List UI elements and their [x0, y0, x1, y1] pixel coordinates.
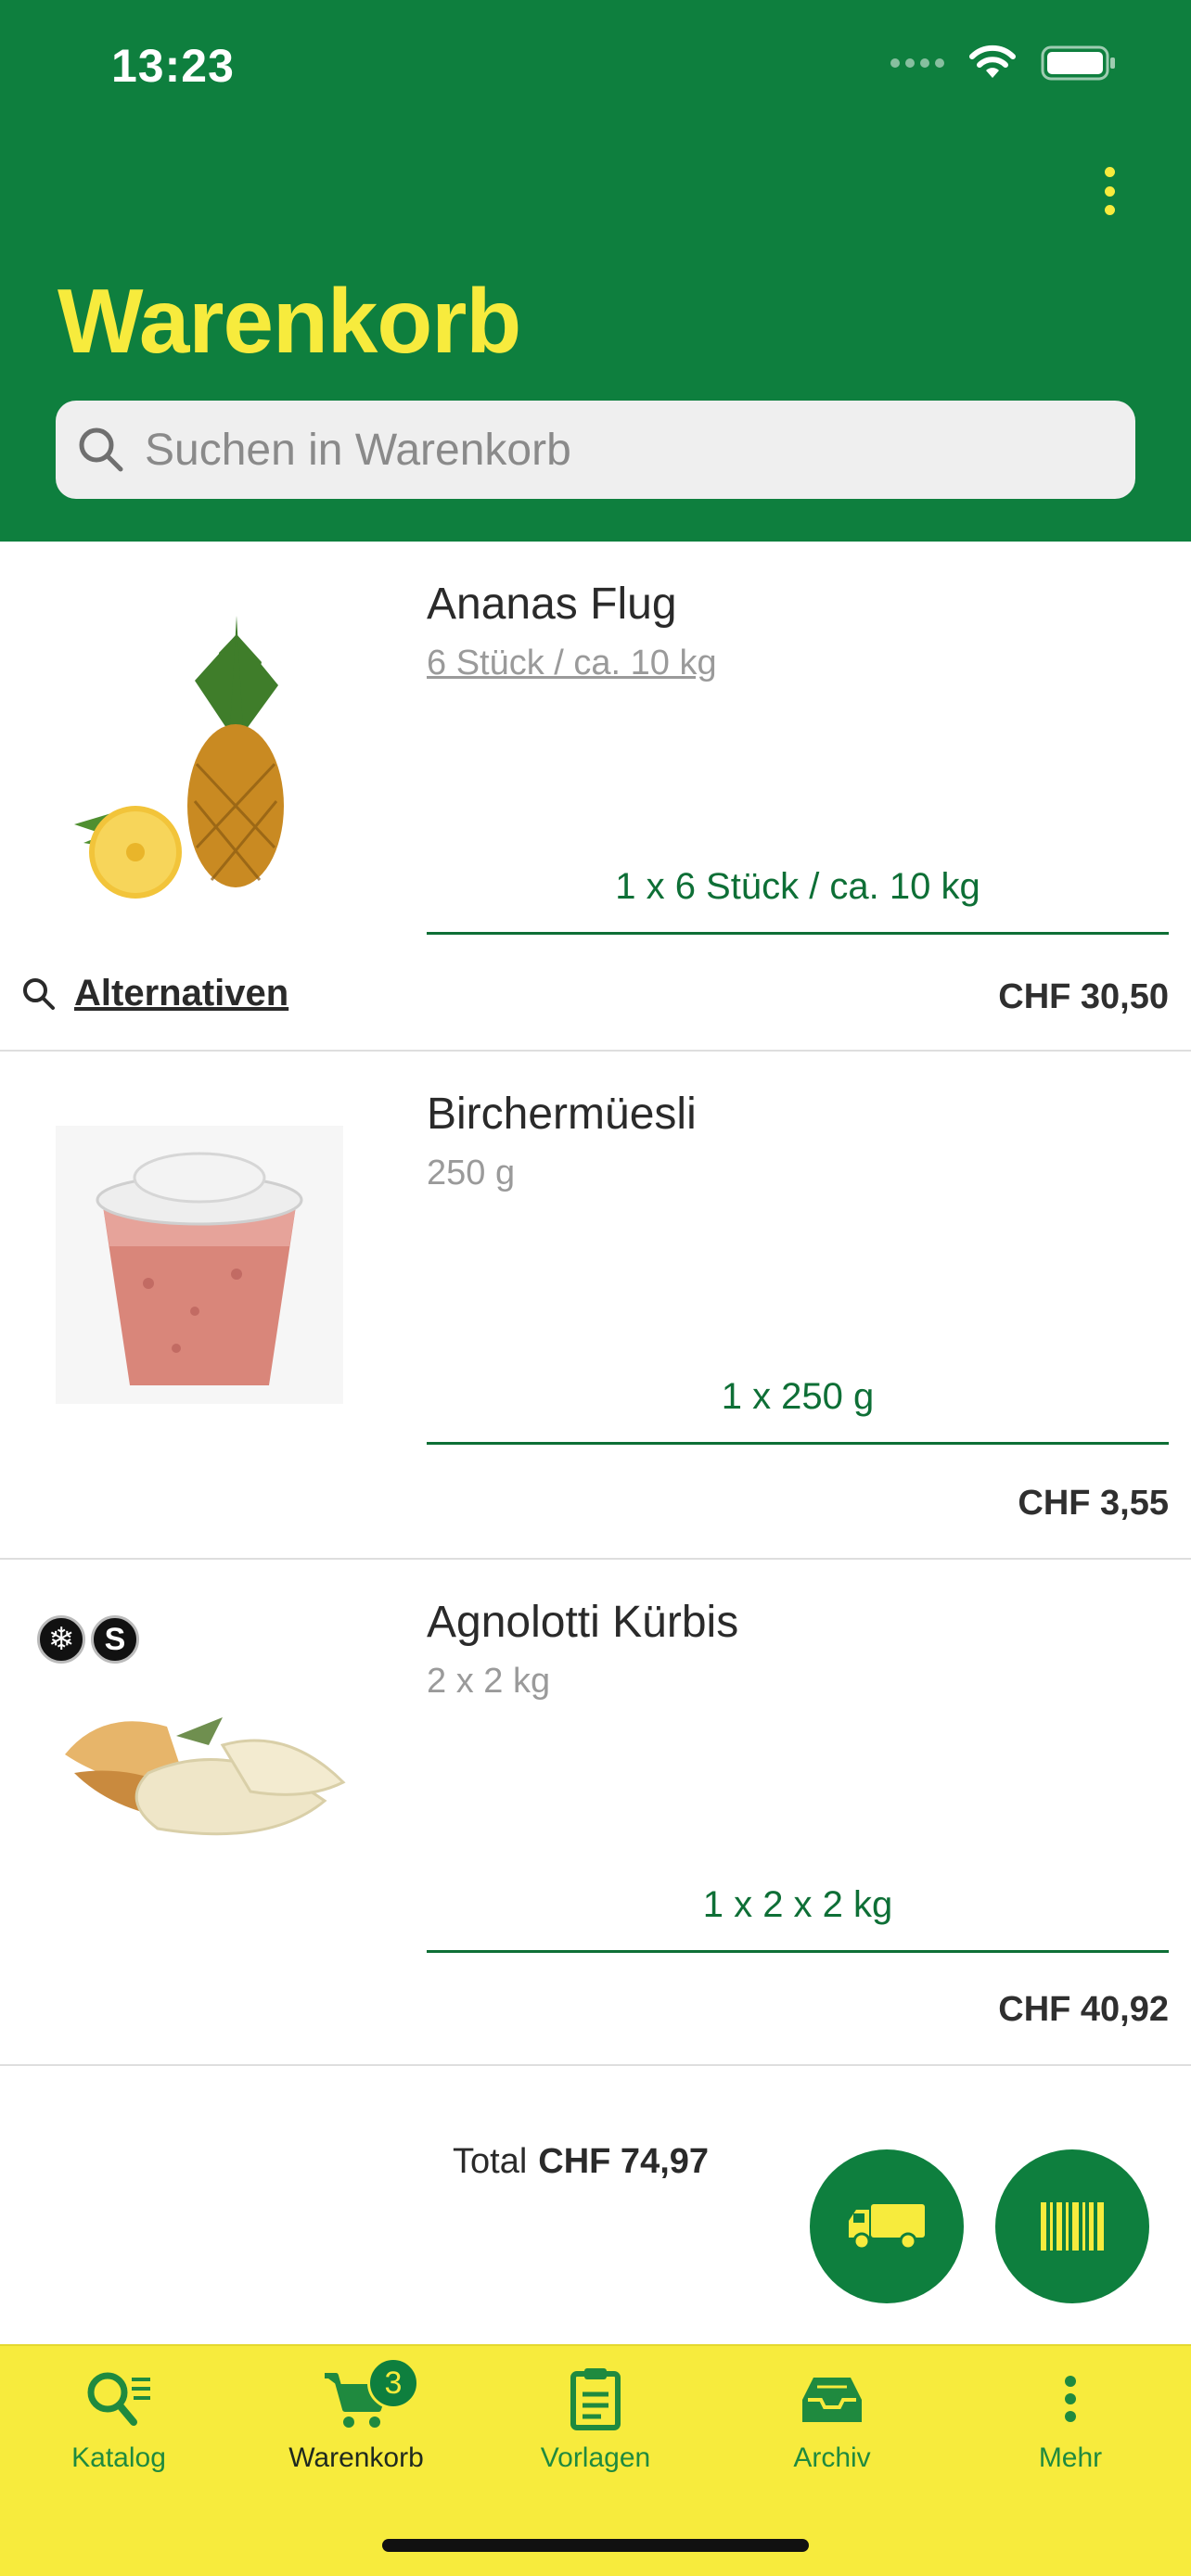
pineapple-image	[74, 616, 284, 899]
tab-mehr[interactable]: Mehr	[968, 2366, 1172, 2474]
tab-label: Vorlagen	[540, 2442, 651, 2473]
tab-archiv[interactable]: Archiv	[730, 2366, 934, 2474]
tab-label: Katalog	[71, 2442, 166, 2473]
truck-icon	[849, 2204, 925, 2251]
cart-item[interactable]: Ananas Flug 6 Stück / ca. 10 kg 1 x 6 St…	[0, 542, 1191, 1052]
cart-item[interactable]: Birchermüesli 250 g 1 x 250 g CHF 3,55	[0, 1052, 1191, 1560]
clipboard-icon	[570, 2368, 621, 2430]
item-price: CHF 30,50	[998, 977, 1169, 1016]
barcode-icon	[1041, 2202, 1104, 2251]
quantity-field[interactable]: 1 x 6 Stück / ca. 10 kg	[427, 866, 1169, 935]
item-name: Birchermüesli	[427, 1090, 697, 1139]
status-icons	[890, 45, 1117, 82]
quantity-field[interactable]: 1 x 2 x 2 kg	[427, 1884, 1169, 1953]
search-input[interactable]	[145, 424, 1072, 476]
battery-icon	[1041, 45, 1115, 81]
item-unit: 250 g	[427, 1154, 516, 1192]
item-badges: ❄ S	[37, 1615, 139, 1664]
tab-vorlagen[interactable]: Vorlagen	[493, 2366, 698, 2474]
search-icon	[23, 977, 55, 1010]
more-options-icon[interactable]	[1098, 167, 1121, 215]
total-value: CHF 74,97	[538, 2142, 710, 2181]
item-price: CHF 40,92	[998, 1990, 1169, 2029]
alternatives-label[interactable]: Alternativen	[74, 973, 288, 1014]
frozen-badge-icon: ❄	[37, 1615, 85, 1664]
home-indicator	[382, 2539, 809, 2552]
catalog-search-icon	[87, 2372, 150, 2426]
quantity-field[interactable]: 1 x 250 g	[427, 1376, 1169, 1445]
tab-label: Archiv	[793, 2442, 871, 2473]
item-name: Ananas Flug	[427, 580, 677, 629]
wifi-icon	[969, 45, 1016, 78]
item-unit: 2 x 2 kg	[427, 1662, 551, 1701]
agnolotti-image	[65, 1717, 346, 1836]
item-name: Agnolotti Kürbis	[427, 1598, 739, 1647]
item-unit-link[interactable]: 6 Stück / ca. 10 kg	[427, 644, 717, 683]
item-price: CHF 3,55	[1018, 1484, 1169, 1523]
page-title: Warenkorb	[58, 270, 521, 372]
birchermuesli-image	[56, 1126, 343, 1404]
tab-katalog[interactable]: Katalog	[17, 2366, 221, 2474]
signal-icon	[890, 58, 944, 68]
tab-label: Warenkorb	[288, 2442, 424, 2473]
cart-list: Ananas Flug 6 Stück / ca. 10 kg 1 x 6 St…	[0, 542, 1191, 2066]
app-header: 13:23 Warenkorb	[0, 0, 1191, 542]
delivery-button[interactable]	[810, 2149, 964, 2303]
alternatives-link[interactable]: Alternativen	[20, 973, 288, 1014]
status-time: 13:23	[111, 40, 235, 92]
archive-inbox-icon	[802, 2378, 862, 2422]
cart-count-badge: 3	[367, 2357, 419, 2409]
search-icon	[79, 427, 123, 472]
s-badge-icon: S	[91, 1615, 139, 1664]
barcode-scan-button[interactable]	[995, 2149, 1149, 2303]
tab-label: Mehr	[1038, 2442, 1103, 2473]
cart-total: Total CHF 74,97	[453, 2142, 709, 2182]
more-icon	[1065, 2376, 1076, 2422]
cart-item[interactable]: ❄ S Agnolotti Kürbis 2 x 2 kg 1 x 2 x 2 …	[0, 1560, 1191, 2066]
tab-warenkorb[interactable]: 3 Warenkorb	[254, 2357, 458, 2474]
search-bar[interactable]	[56, 401, 1135, 499]
total-label: Total	[453, 2142, 528, 2181]
